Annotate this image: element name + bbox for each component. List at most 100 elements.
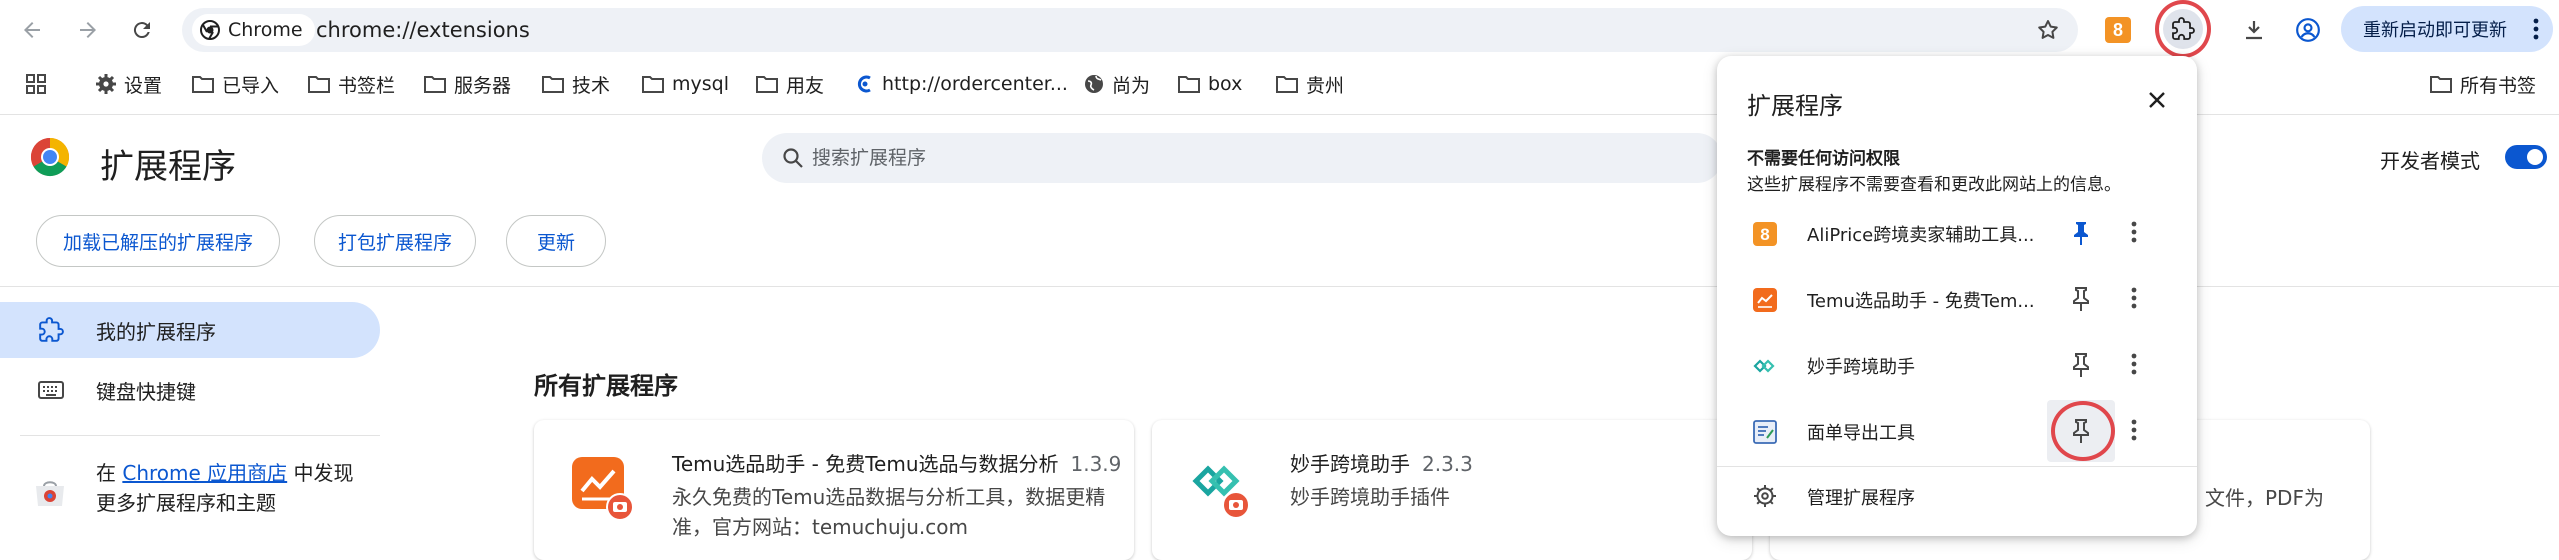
web-store-link[interactable]: Chrome 应用商店	[122, 461, 287, 485]
extension-search[interactable]	[762, 133, 1722, 183]
temu-chart-icon	[570, 455, 636, 525]
chrome-logo-icon	[30, 137, 70, 181]
extension-title: Temu选品助手 - 免费Temu选品与数据分析	[672, 452, 1059, 476]
all-bookmarks-button[interactable]: 所有书签	[2430, 64, 2536, 104]
reload-button[interactable]	[124, 12, 160, 48]
profile-button[interactable]	[2290, 12, 2326, 48]
chrome-chip[interactable]: Chrome	[192, 14, 315, 46]
download-icon	[2246, 21, 2262, 40]
pin-icon[interactable]	[2069, 352, 2093, 378]
bookmark-item[interactable]: 贵州	[1276, 64, 1344, 104]
bookmark-label: 设置	[124, 74, 163, 97]
manage-extensions-button[interactable]: 管理扩展程序	[1717, 468, 2197, 524]
popup-extension-row[interactable]: 8 AliPrice跨境卖家辅助工具...	[1717, 200, 2197, 266]
miaoshou-icon	[1753, 354, 1777, 378]
downloads-button[interactable]	[2236, 12, 2272, 48]
more-vert-icon[interactable]	[2131, 220, 2137, 244]
bookmark-label: 已导入	[222, 74, 280, 97]
more-vert-icon[interactable]	[2131, 286, 2137, 310]
folder-icon	[756, 75, 778, 93]
bookmark-label: 尚为	[1112, 74, 1151, 97]
popup-divider	[1717, 466, 2197, 467]
aliprice-icon: 8	[1753, 222, 1777, 246]
folder-icon	[1178, 75, 1200, 93]
temu-chart-icon	[1753, 288, 1777, 312]
popup-extension-name: 妙手跨境助手	[1807, 357, 1915, 378]
bookmark-item[interactable]: 尚为	[1084, 64, 1150, 104]
back-button[interactable]	[14, 12, 50, 48]
forward-arrow-icon	[80, 22, 96, 38]
keyboard-icon	[38, 380, 64, 400]
restart-update-button[interactable]: 重新启动即可更新	[2341, 6, 2553, 52]
folder-icon	[2430, 75, 2452, 93]
sidebar-item-my-extensions[interactable]: 我的扩展程序	[0, 302, 380, 358]
bookmark-item[interactable]: mysql	[642, 64, 729, 104]
bookmark-item[interactable]: 书签栏	[308, 64, 395, 104]
extension-version: 2.3.3	[1422, 452, 1473, 476]
bookmark-item[interactable]: box	[1178, 64, 1242, 104]
manage-extensions-label: 管理扩展程序	[1807, 488, 1915, 509]
forward-button[interactable]	[70, 12, 106, 48]
more-vert-icon[interactable]	[2131, 418, 2137, 442]
extensions-menu-button[interactable]	[2155, 0, 2211, 58]
apps-grid-button[interactable]	[26, 64, 54, 104]
address-bar[interactable]: Chrome chrome://extensions	[182, 8, 2078, 52]
search-input[interactable]	[812, 147, 1672, 169]
popup-extension-name: AliPrice跨境卖家辅助工具...	[1807, 225, 2035, 246]
bookmark-item[interactable]: 设置	[96, 64, 162, 104]
popup-extension-name: 面单导出工具	[1807, 423, 1915, 444]
all-bookmarks-label: 所有书签	[2460, 74, 2537, 97]
more-vert-icon[interactable]	[2131, 352, 2137, 376]
load-unpacked-button[interactable]: 加载已解压的扩展程序	[36, 215, 280, 267]
restart-label: 重新启动即可更新	[2363, 20, 2507, 41]
page-title: 扩展程序	[100, 147, 236, 187]
update-button[interactable]: 更新	[506, 215, 606, 267]
popup-extension-row[interactable]: 妙手跨境助手	[1717, 332, 2197, 398]
extension-title: 妙手跨境助手	[1290, 452, 1410, 476]
store-prefix: 在	[96, 461, 116, 485]
web-store-promo: 在 Chrome 应用商店 中发现 更多扩展程序和主题	[96, 458, 354, 518]
aliprice-extension-button[interactable]: 8	[2100, 12, 2136, 48]
bookmark-item[interactable]: 用友	[756, 64, 824, 104]
web-store-icon	[34, 478, 66, 512]
extension-desc-line: 永久免费的Temu选品数据与分析工具，数据更精	[672, 485, 1106, 509]
puzzle-icon	[2172, 17, 2195, 40]
bookmark-item[interactable]: http://ordercenter...	[856, 64, 1068, 104]
extension-desc-line: 妙手跨境助手插件	[1290, 485, 1450, 509]
bookmark-star-icon[interactable]	[2036, 18, 2060, 46]
profile-icon	[2296, 18, 2320, 42]
bookmark-label: 贵州	[1306, 74, 1345, 97]
extension-desc-line: 准，官方网站：temuchuju.com	[672, 515, 968, 539]
popup-extension-row[interactable]: 面单导出工具	[1717, 398, 2197, 464]
apps-grid-icon	[26, 74, 46, 94]
pin-icon[interactable]	[2069, 220, 2093, 246]
bookmark-label: mysql	[672, 73, 729, 95]
url-text[interactable]: chrome://extensions	[316, 8, 530, 52]
popup-extension-name: Temu选品助手 - 免费Tem...	[1807, 291, 2035, 312]
popup-extension-row[interactable]: Temu选品助手 - 免费Tem...	[1717, 266, 2197, 332]
dev-mode-label: 开发者模式	[2380, 149, 2480, 173]
bookmark-item[interactable]: 已导入	[192, 64, 279, 104]
sidebar-item-label: 我的扩展程序	[96, 319, 216, 344]
folder-icon	[642, 75, 664, 93]
pin-icon[interactable]	[2069, 286, 2093, 312]
extension-name: Temu选品助手 - 免费Temu选品与数据分析 1.3.9	[672, 448, 1121, 477]
bookmark-item[interactable]: 技术	[542, 64, 610, 104]
extension-name: 妙手跨境助手 2.3.3	[1290, 448, 1473, 477]
bookmark-item[interactable]: 服务器	[424, 64, 511, 104]
dev-mode-toggle[interactable]	[2505, 145, 2547, 169]
aliprice-icon: 8	[2105, 17, 2131, 43]
close-icon[interactable]	[2147, 90, 2167, 110]
sidebar-divider	[20, 435, 380, 436]
bookmark-label: 技术	[572, 74, 611, 97]
sidebar-item-shortcuts[interactable]: 键盘快捷键	[0, 362, 380, 418]
bookmark-label: box	[1208, 73, 1243, 95]
popup-subdescription: 这些扩展程序不需要查看和更改此网站上的信息。	[1747, 175, 2121, 195]
chrome-icon	[200, 20, 220, 40]
folder-icon	[192, 75, 214, 93]
extension-description: 妙手跨境助手插件	[1290, 482, 1450, 512]
pack-extension-button[interactable]: 打包扩展程序	[314, 215, 476, 267]
folder-icon	[542, 75, 564, 93]
gear-icon	[1753, 484, 1777, 508]
extension-card: 妙手跨境助手 2.3.3 妙手跨境助手插件	[1152, 420, 1752, 560]
